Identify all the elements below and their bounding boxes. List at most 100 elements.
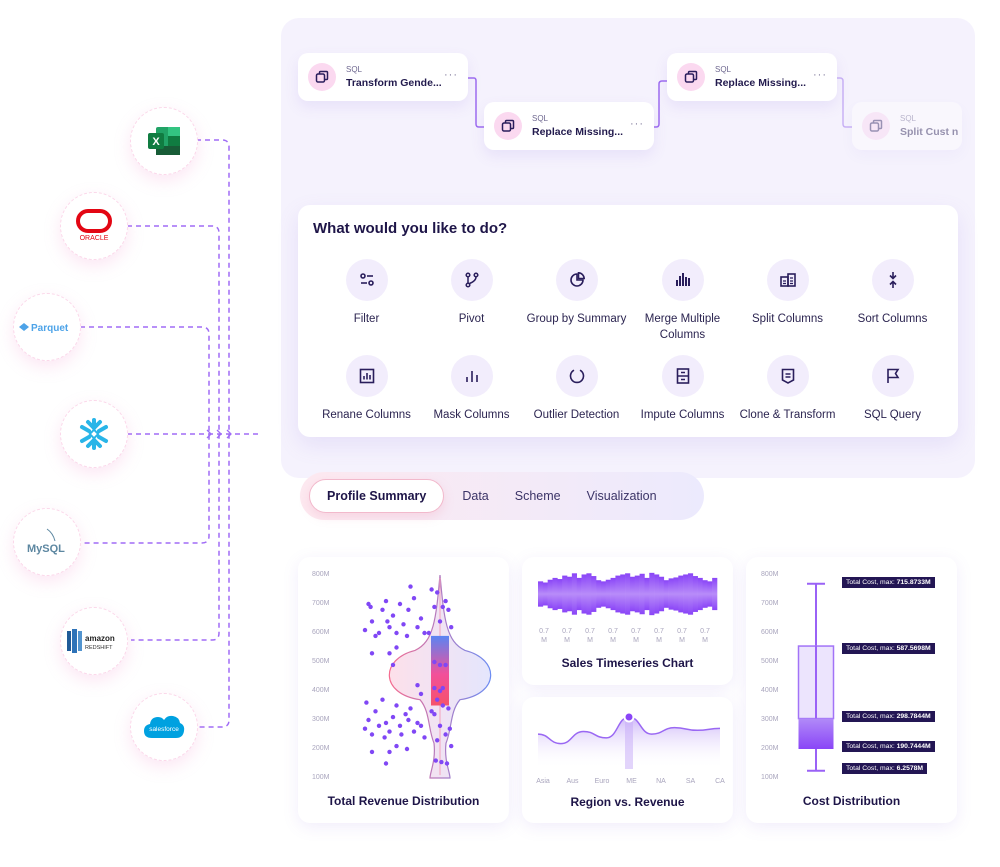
series-bar <box>591 576 597 612</box>
highlight-band <box>625 717 633 769</box>
action-clone-transform[interactable]: Clone & Transform <box>735 355 840 423</box>
data-point <box>422 735 427 740</box>
action-renane-columns[interactable]: Renane Columns <box>314 355 419 423</box>
x-tick-label: 0.7 M <box>654 628 664 644</box>
data-point <box>415 683 420 688</box>
data-point <box>435 738 440 743</box>
action-sql-query[interactable]: SQL Query <box>840 355 945 423</box>
source-excel[interactable]: X <box>130 107 198 175</box>
svg-text:X: X <box>152 136 160 148</box>
data-point <box>373 633 378 639</box>
tab-data[interactable]: Data <box>449 489 501 503</box>
tab-profile-summary[interactable]: Profile Summary <box>309 479 445 513</box>
tooltip-label: Total Cost, max: <box>846 579 895 586</box>
data-point <box>446 607 451 612</box>
data-point <box>444 761 450 766</box>
box <box>431 635 449 706</box>
series-bar <box>542 582 548 606</box>
node-name: Replace Missing... <box>532 126 624 138</box>
tooltip-label: Total Cost, max: <box>846 765 895 772</box>
shield-doc-icon <box>766 355 809 397</box>
series-bar <box>687 573 694 615</box>
action-group-by-summary[interactable]: Group by Summary <box>524 259 629 327</box>
action-split-columns[interactable]: Split Columns <box>735 259 840 327</box>
data-point <box>437 723 443 728</box>
series-bar <box>634 575 640 613</box>
bars-icon <box>450 355 493 397</box>
data-point <box>435 590 440 595</box>
node-kind: SQL <box>715 65 732 74</box>
data-point <box>399 732 404 737</box>
svg-text:Parquet: Parquet <box>31 323 69 334</box>
x-tick-label: Aus <box>566 778 579 785</box>
action-mask-columns[interactable]: Mask Columns <box>419 355 524 423</box>
pipeline-node[interactable]: SQL Transform Gende... ··· <box>298 53 468 101</box>
data-point <box>362 726 368 731</box>
pipeline-node[interactable]: SQL Split Cust n <box>852 102 962 150</box>
copy-icon <box>677 63 705 91</box>
action-label: Merge Multiple Columns <box>644 313 721 341</box>
series-bar <box>576 577 582 611</box>
tooltip-label: Total Cost, max: <box>846 645 895 652</box>
connector-2-3 <box>652 80 667 128</box>
data-point <box>408 584 413 589</box>
data-point <box>373 709 378 714</box>
action-merge-multiple-columns[interactable]: Merge Multiple Columns <box>630 259 735 343</box>
data-point <box>390 714 396 720</box>
data-point <box>387 651 392 656</box>
data-point <box>418 723 424 728</box>
series-bar <box>581 574 587 614</box>
series-bar <box>678 575 684 613</box>
chart-title: Sales Timeseries Chart <box>561 656 694 670</box>
action-sort-columns[interactable]: Sort Columns <box>840 259 945 327</box>
action-pivot[interactable]: Pivot <box>419 259 524 327</box>
data-point <box>364 700 369 705</box>
source-mysql[interactable]: MySQL <box>13 508 81 576</box>
data-point <box>369 651 375 656</box>
chart-title: Total Revenue Distribution <box>327 794 480 808</box>
source-snowflake[interactable] <box>60 400 128 468</box>
action-label: Renane Columns <box>322 409 411 421</box>
data-point <box>394 630 399 636</box>
filter-icon <box>345 259 388 301</box>
data-point <box>382 735 387 740</box>
action-filter[interactable]: Filter <box>314 259 419 327</box>
copy-icon <box>308 63 336 91</box>
data-point <box>404 746 410 752</box>
pipeline-node[interactable]: SQL Replace Missing... ··· <box>484 102 654 150</box>
tooltip-label: Total Cost, max: <box>846 713 895 720</box>
bar-chart-icon <box>661 259 704 301</box>
highlight-point[interactable] <box>623 711 635 723</box>
pipeline-node[interactable]: SQL Replace Missing... ··· <box>667 53 837 101</box>
redshift-icon: amazon REDSHIFT <box>67 629 115 653</box>
source-oracle[interactable]: ORACLE <box>60 192 128 260</box>
tab-visualization[interactable]: Visualization <box>574 489 670 503</box>
series-bar <box>707 581 713 607</box>
value-tooltip: Total Cost, max: 715.8733M <box>842 577 935 588</box>
tab-scheme[interactable]: Scheme <box>502 489 574 503</box>
action-outlier-detection[interactable]: Outlier Detection <box>524 355 629 423</box>
data-point <box>387 625 392 630</box>
data-point <box>432 712 437 717</box>
sales-timeseries-card: 0.7 M 0.7 M 0.7 M 0.7 M 0.7 M 0.7 M 0.7 M 0.7 M Sales T… <box>522 557 733 685</box>
more-icon[interactable]: ··· <box>444 69 458 81</box>
data-point <box>368 604 373 610</box>
svg-text:MySQL: MySQL <box>27 543 65 555</box>
tooltip-label: Total Cost, max: <box>846 743 895 750</box>
action-impute-columns[interactable]: Impute Columns <box>630 355 735 423</box>
tooltip-value: 6.2578M <box>896 765 924 772</box>
more-icon[interactable]: ··· <box>813 69 827 81</box>
flag-icon <box>871 355 914 397</box>
data-point <box>408 706 413 711</box>
source-parquet[interactable]: Parquet <box>13 293 81 361</box>
more-icon[interactable]: ··· <box>630 118 644 130</box>
source-redshift[interactable]: amazon REDSHIFT <box>60 607 128 675</box>
data-point <box>383 598 389 604</box>
series-bar <box>668 578 674 610</box>
data-point <box>437 619 443 624</box>
region-revenue-card: Asia Aus Euro ME NA SA CA Region vs. Revenue <box>522 697 733 823</box>
data-point <box>403 712 408 717</box>
action-label: Mask Columns <box>433 409 510 421</box>
source-salesforce[interactable]: salesforce <box>130 693 198 761</box>
node-name: Split Cust n <box>900 126 959 138</box>
